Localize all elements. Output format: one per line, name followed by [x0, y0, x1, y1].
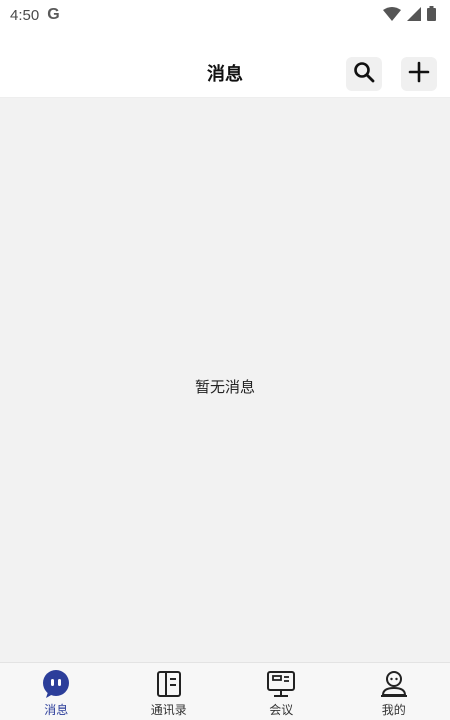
status-left: 4:50 G — [10, 6, 60, 24]
profile-icon — [379, 669, 409, 699]
tab-label-contacts: 通讯录 — [150, 703, 187, 717]
status-time: 4:50 — [10, 6, 40, 24]
signal-icon — [407, 6, 421, 25]
empty-state-text: 暂无消息 — [194, 378, 255, 396]
tab-label-profile: 我的 — [381, 703, 406, 717]
tab-label-meetings: 会议 — [269, 703, 294, 717]
tab-label-messages: 消息 — [44, 703, 69, 717]
monitor-icon — [266, 669, 296, 699]
status-bar: 4:50 G — [0, 0, 450, 30]
add-button[interactable] — [401, 57, 437, 91]
page-title: 消息 — [207, 64, 243, 85]
message-list-area[interactable]: 暂无消息 — [0, 98, 450, 662]
wifi-icon — [383, 6, 401, 25]
search-icon — [353, 61, 375, 87]
app-header: 消息 — [0, 30, 450, 98]
search-button[interactable] — [346, 57, 382, 91]
plus-icon — [408, 61, 430, 87]
tab-meetings[interactable]: 会议 — [225, 663, 338, 720]
tab-profile[interactable]: 我的 — [338, 663, 450, 720]
google-g-icon: G — [47, 6, 60, 23]
tab-contacts[interactable]: 通讯录 — [113, 663, 226, 720]
contacts-book-icon — [154, 669, 184, 699]
battery-icon — [427, 5, 436, 25]
chat-bubble-icon — [41, 669, 71, 699]
bottom-tab-bar: 消息 通讯录 会议 我的 — [0, 662, 450, 720]
status-right — [383, 5, 436, 25]
tab-messages[interactable]: 消息 — [0, 663, 113, 720]
